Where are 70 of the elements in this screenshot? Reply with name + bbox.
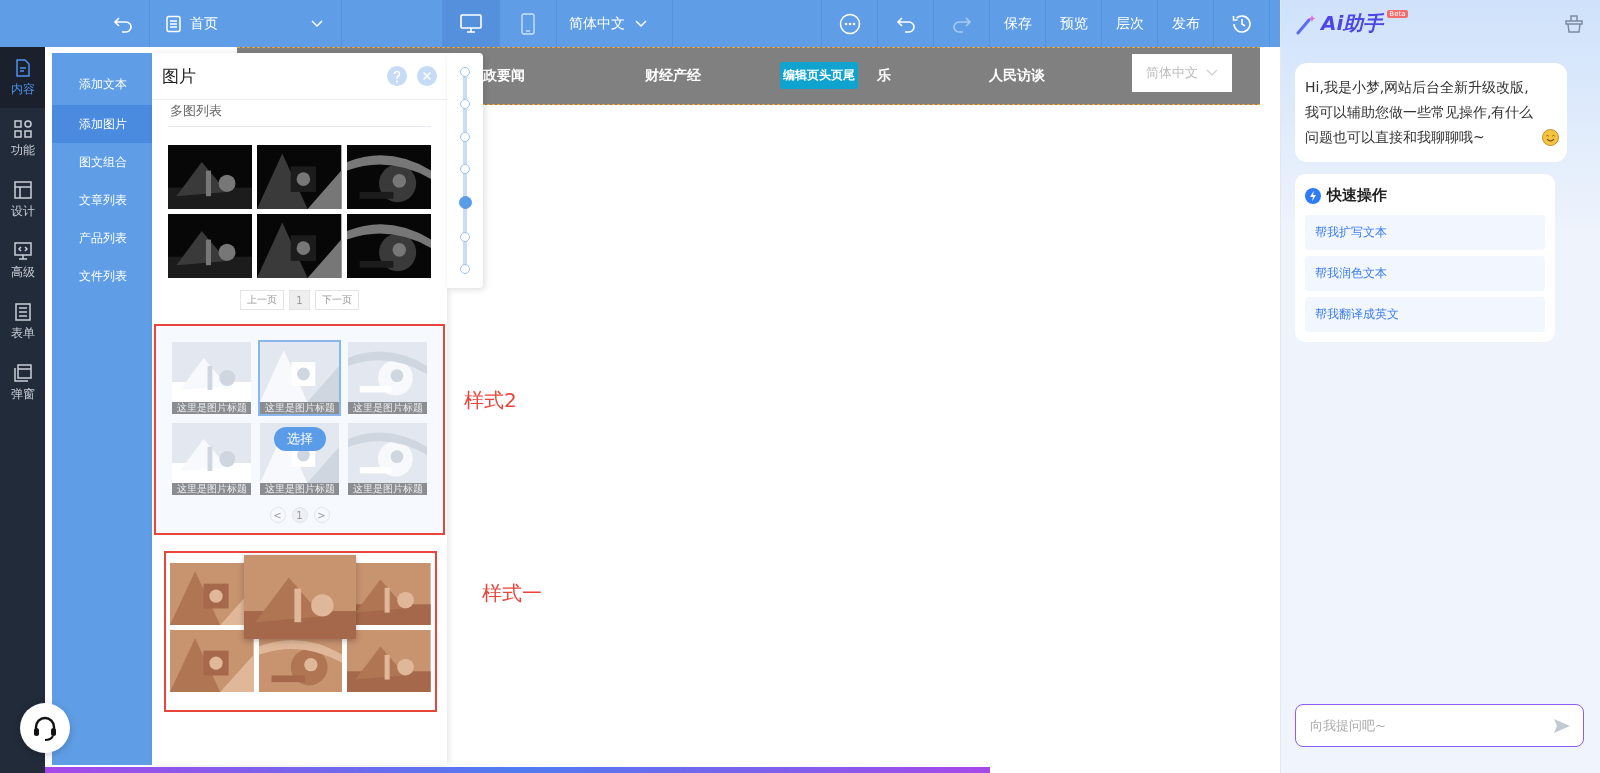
code-icon bbox=[12, 240, 33, 261]
step-dot[interactable] bbox=[460, 231, 470, 242]
quick-action-button[interactable]: 帮我翻译成英文 bbox=[1305, 297, 1545, 332]
clear-icon[interactable] bbox=[1564, 14, 1584, 33]
chevron-down-icon bbox=[1206, 69, 1218, 77]
list-icon bbox=[12, 301, 33, 322]
step-dot[interactable] bbox=[460, 99, 470, 110]
submenu-item[interactable]: 图文组合 bbox=[52, 143, 153, 181]
template-card[interactable]: 这里是图片标题 这里是图片标题 这里是图片标题 这里是图片标题 选择 这里是图片标题 这里是图片标题 < 1 > bbox=[154, 324, 445, 535]
chevron-down-icon bbox=[635, 19, 647, 28]
image-tile[interactable]: 这里是图片标题 bbox=[170, 340, 253, 416]
panel-title: 图片 bbox=[162, 64, 197, 88]
help-icon[interactable] bbox=[387, 66, 407, 86]
quick-action-button[interactable]: 帮我润色文本 bbox=[1305, 256, 1545, 291]
chat-input[interactable]: 向我提问吧~ bbox=[1295, 704, 1584, 747]
window-icon bbox=[12, 362, 33, 383]
image-caption: 这里是图片标题 bbox=[260, 402, 339, 414]
page-number[interactable]: 1 bbox=[291, 507, 308, 523]
send-icon[interactable] bbox=[1553, 717, 1571, 734]
image-tile[interactable]: 这里是图片标题 bbox=[346, 421, 429, 497]
image-caption: 这里是图片标题 bbox=[348, 402, 427, 414]
submenu-item[interactable]: 添加图片 bbox=[52, 105, 153, 143]
submenu-item[interactable]: 文件列表 bbox=[52, 257, 153, 295]
chat-input[interactable]: 向我提问吧~ bbox=[1308, 717, 1545, 734]
nav-link[interactable]: 财经产经 bbox=[645, 67, 701, 85]
page-icon bbox=[164, 14, 182, 33]
image-caption: 这里是图片标题 bbox=[172, 483, 251, 495]
step-dot[interactable] bbox=[460, 164, 470, 174]
edit-header-footer-button[interactable]: 编辑页头页尾 bbox=[780, 62, 858, 89]
image-caption: 这里是图片标题 bbox=[348, 483, 427, 495]
language-select[interactable]: 简体中文 bbox=[1132, 54, 1232, 92]
annotation-label: 样式一 bbox=[482, 580, 542, 607]
rail-item[interactable]: 功能 bbox=[0, 108, 45, 169]
quick-action-button[interactable]: 帮我扩写文本 bbox=[1305, 215, 1545, 250]
nav-link[interactable]: 乐 bbox=[877, 67, 891, 85]
section-title: 多图列表 bbox=[168, 102, 431, 127]
submenu-item[interactable]: 文章列表 bbox=[52, 181, 153, 219]
step-dot[interactable] bbox=[460, 263, 470, 274]
page-number[interactable]: 1 bbox=[289, 290, 310, 310]
rail-item[interactable]: 表单 bbox=[0, 291, 45, 352]
step-dot[interactable] bbox=[460, 67, 470, 77]
rail-item[interactable]: 内容 bbox=[0, 47, 45, 108]
nav-link[interactable]: 人民访谈 bbox=[989, 67, 1045, 85]
image-tile[interactable]: 这里是图片标题 bbox=[346, 340, 429, 416]
select-button[interactable]: 选择 bbox=[273, 427, 326, 451]
image-caption: 这里是图片标题 bbox=[260, 483, 339, 495]
chevron-down-icon bbox=[311, 19, 323, 28]
image-tile[interactable]: 这里是图片标题 bbox=[258, 340, 341, 416]
annotation-label: 样式2 bbox=[464, 387, 517, 414]
desktop-icon[interactable] bbox=[443, 0, 500, 47]
grid-icon bbox=[12, 118, 33, 139]
image-caption: 这里是图片标题 bbox=[172, 402, 251, 414]
step-dot[interactable] bbox=[458, 196, 472, 210]
rail-item[interactable]: 设计 bbox=[0, 169, 45, 230]
submenu-item[interactable]: 产品列表 bbox=[52, 219, 153, 257]
smiley-icon bbox=[1542, 129, 1559, 146]
lightning-icon bbox=[1305, 187, 1321, 204]
rail-item[interactable]: 弹窗 bbox=[0, 352, 45, 413]
submenu-item[interactable]: 添加文本 bbox=[52, 53, 153, 105]
assistant-logo: Ai助手 bbox=[1321, 10, 1384, 37]
template-card[interactable] bbox=[164, 551, 437, 712]
close-icon[interactable] bbox=[417, 66, 437, 86]
image-tile[interactable]: 选择 这里是图片标题 bbox=[258, 421, 341, 497]
rail-item[interactable]: 高级 bbox=[0, 230, 45, 291]
greeting-message: Hi,我是小梦,网站后台全新升级改版,我可以辅助您做一些常见操作,有什么问题也可以直接和我聊聊哦~ bbox=[1305, 78, 1535, 147]
step-dot[interactable] bbox=[460, 131, 470, 142]
nav-link[interactable]: 政要闻 bbox=[483, 67, 525, 85]
layout-icon bbox=[12, 179, 33, 200]
image-tile[interactable]: 这里是图片标题 bbox=[170, 421, 253, 497]
section-title: 快速操作 bbox=[1327, 186, 1387, 205]
